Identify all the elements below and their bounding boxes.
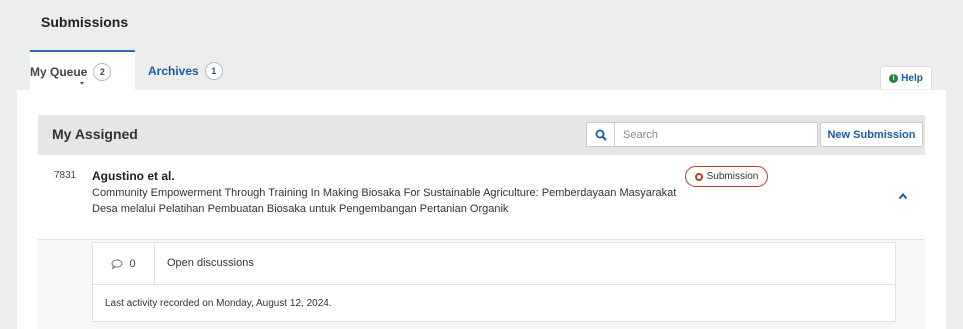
info-icon: i [889, 73, 899, 83]
tab-archives[interactable]: Archives 1 [138, 50, 258, 92]
tab-archives-count: 1 [204, 62, 223, 80]
stage-label: Submission [706, 171, 759, 182]
tab-my-queue[interactable]: My Queue 2 [30, 50, 135, 92]
help-label: Help [901, 72, 923, 84]
discussions-row[interactable]: 0 Open discussions [93, 243, 895, 285]
submission-authors: Agustino et al. [92, 169, 175, 183]
submission-details: 0 Open discussions Last activity recorde… [38, 240, 925, 329]
search-button[interactable] [587, 123, 615, 146]
submission-list-item[interactable]: 7831 Agustino et al. Community Empowerme… [38, 155, 925, 240]
details-box: 0 Open discussions Last activity recorde… [92, 242, 896, 322]
stage-badge[interactable]: Submission [685, 166, 768, 187]
last-activity: Last activity recorded on Monday, August… [105, 298, 332, 309]
discussion-count-cell: 0 [93, 243, 155, 284]
discussion-count: 0 [129, 257, 136, 270]
search-box [586, 122, 818, 147]
discussion-label: Open discussions [167, 257, 254, 269]
tab-my-queue-label: My Queue [30, 65, 88, 79]
stage-status-icon [694, 172, 703, 181]
page-title: Submissions [41, 14, 129, 30]
search-input[interactable] [615, 123, 817, 146]
collapse-toggle-button[interactable] [889, 182, 917, 210]
list-title: My Assigned [52, 126, 138, 142]
caret-down-icon [80, 82, 84, 85]
submission-title: Community Empowerment Through Training I… [92, 187, 677, 215]
comment-icon [111, 259, 123, 269]
new-submission-button[interactable]: New Submission [820, 122, 923, 147]
submission-id: 7831 [54, 170, 77, 181]
tab-archives-label: Archives [148, 64, 199, 78]
chevron-up-icon [898, 192, 908, 200]
submissions-panel: My Assigned New Submission 7831 Agustino… [17, 90, 946, 329]
search-icon [595, 129, 607, 141]
tab-my-queue-count: 2 [93, 63, 112, 81]
list-header: My Assigned New Submission [38, 115, 925, 155]
help-button[interactable]: i Help [880, 66, 932, 89]
